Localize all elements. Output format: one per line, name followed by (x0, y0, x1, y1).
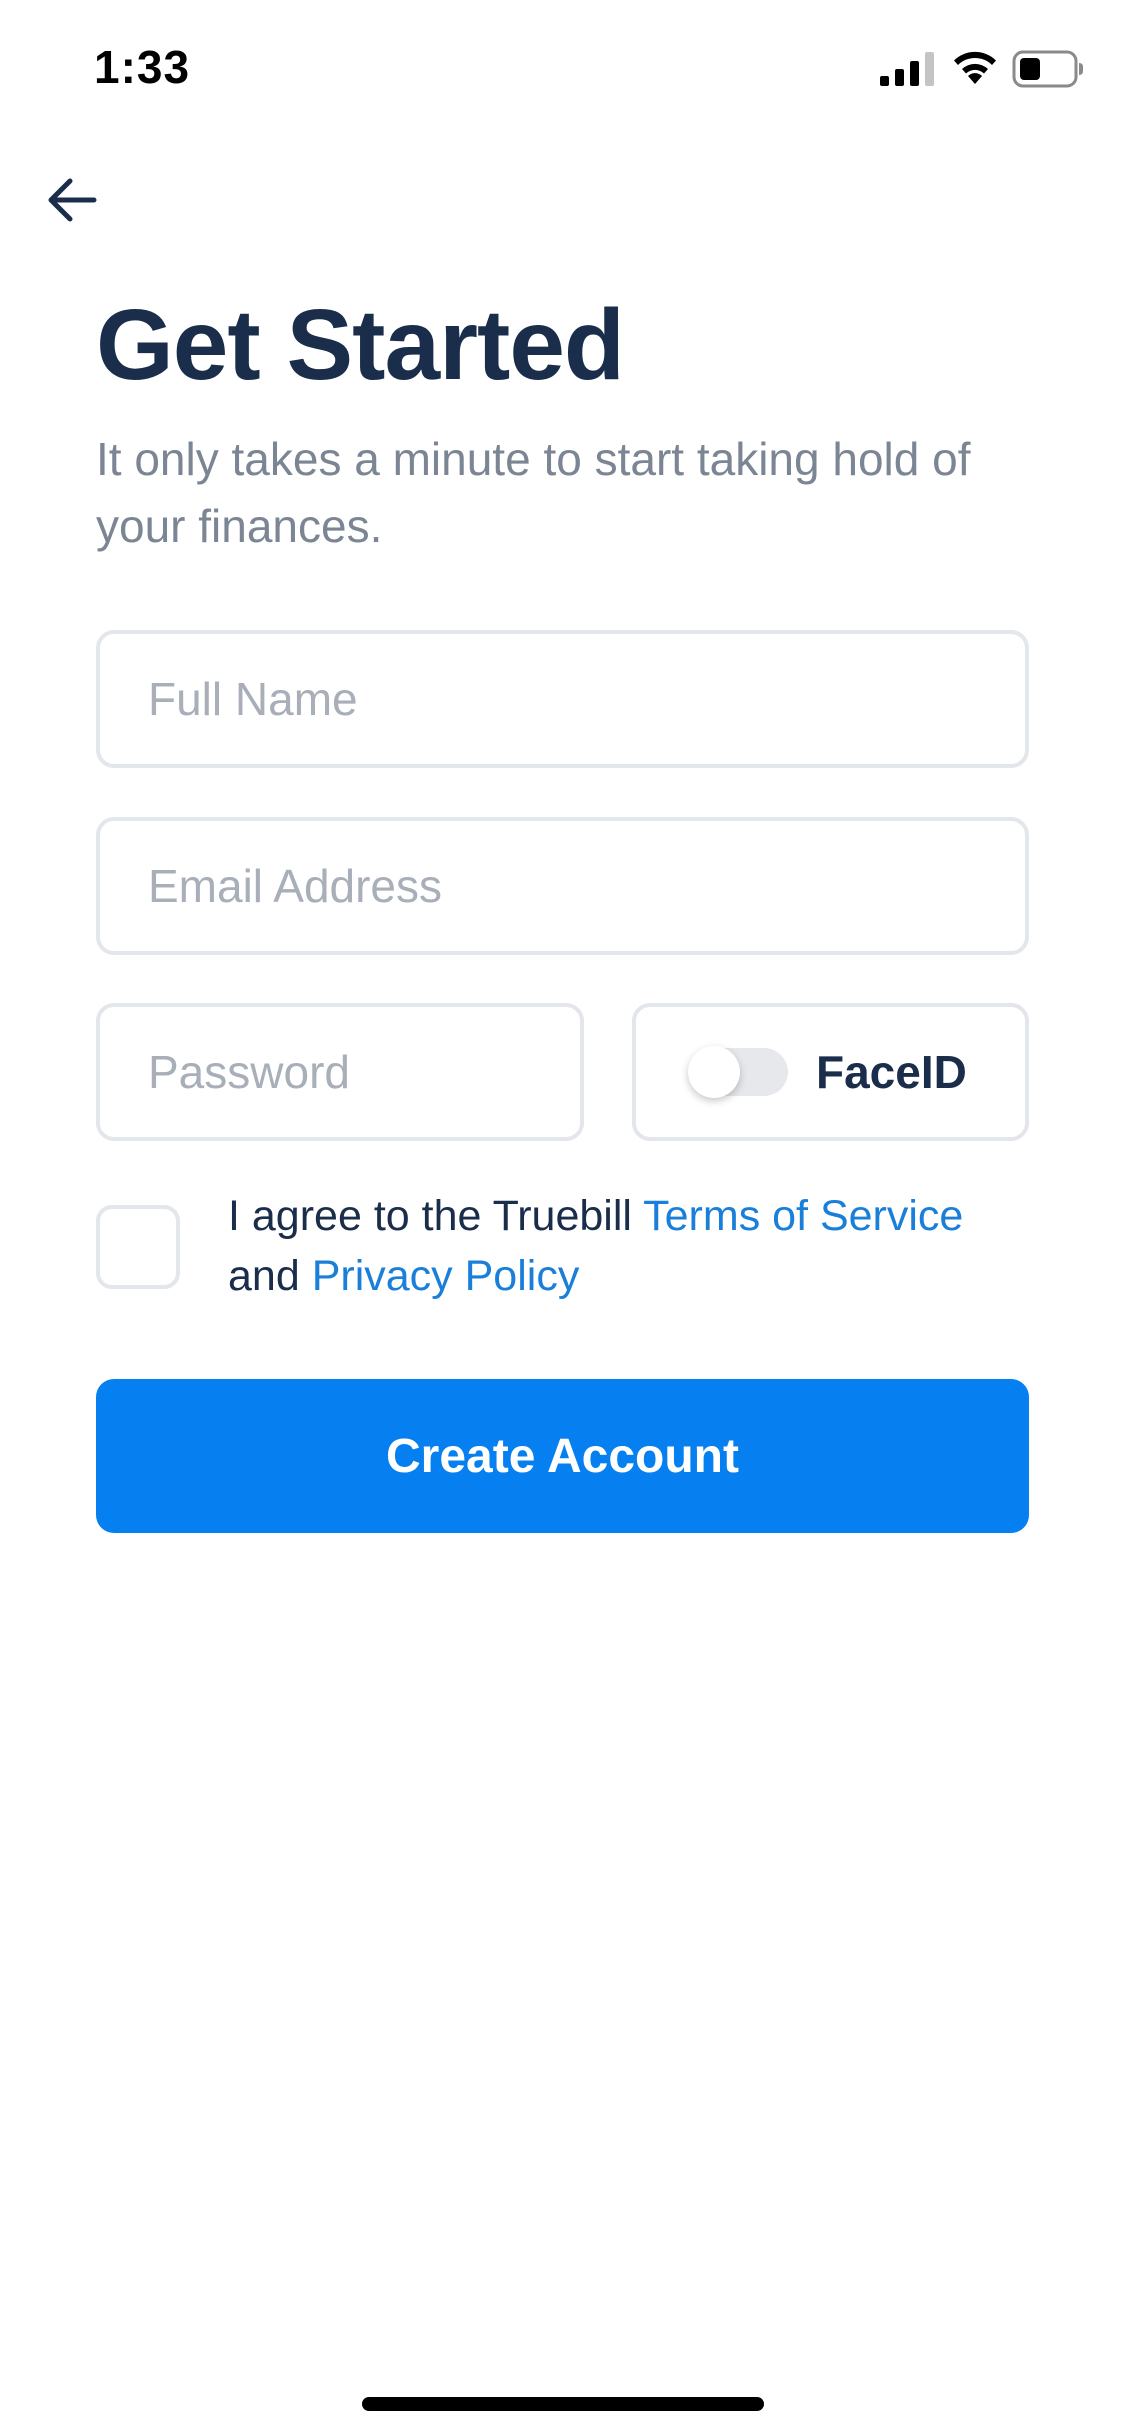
faceid-label: FaceID (816, 1046, 967, 1098)
agreement-middle: and (228, 1252, 312, 1300)
page-title: Get Started (96, 289, 625, 401)
create-account-button[interactable]: Create Account (96, 1379, 1029, 1533)
terms-of-service-link[interactable]: Terms of Service (643, 1192, 963, 1240)
wifi-icon (954, 51, 996, 84)
password-input[interactable] (148, 1007, 560, 1137)
arrow-left-icon (48, 178, 97, 222)
battery-icon (1012, 50, 1083, 88)
page-subtitle: It only takes a minute to start taking h… (96, 433, 971, 552)
full-name-field (96, 630, 1029, 768)
email-input[interactable] (148, 821, 1005, 951)
faceid-toggle[interactable] (688, 1046, 788, 1098)
agreement-prefix: I agree to the Truebill (228, 1192, 644, 1240)
full-name-input[interactable] (148, 634, 1005, 764)
email-field (96, 817, 1029, 955)
password-field (96, 1003, 584, 1141)
privacy-policy-link[interactable]: Privacy Policy (312, 1252, 580, 1300)
toggle-knob (688, 1046, 740, 1098)
home-indicator (362, 2397, 764, 2411)
agreement-text: I agree to the Truebill Terms of Service… (228, 1186, 1048, 1306)
faceid-toggle-box[interactable]: FaceID (632, 1003, 1029, 1141)
agree-checkbox[interactable] (96, 1205, 180, 1289)
status-time: 1:33 (94, 41, 191, 93)
back-button[interactable] (36, 164, 108, 236)
cellular-signal-icon (880, 52, 934, 86)
status-bar: 1:33 (0, 0, 1125, 140)
